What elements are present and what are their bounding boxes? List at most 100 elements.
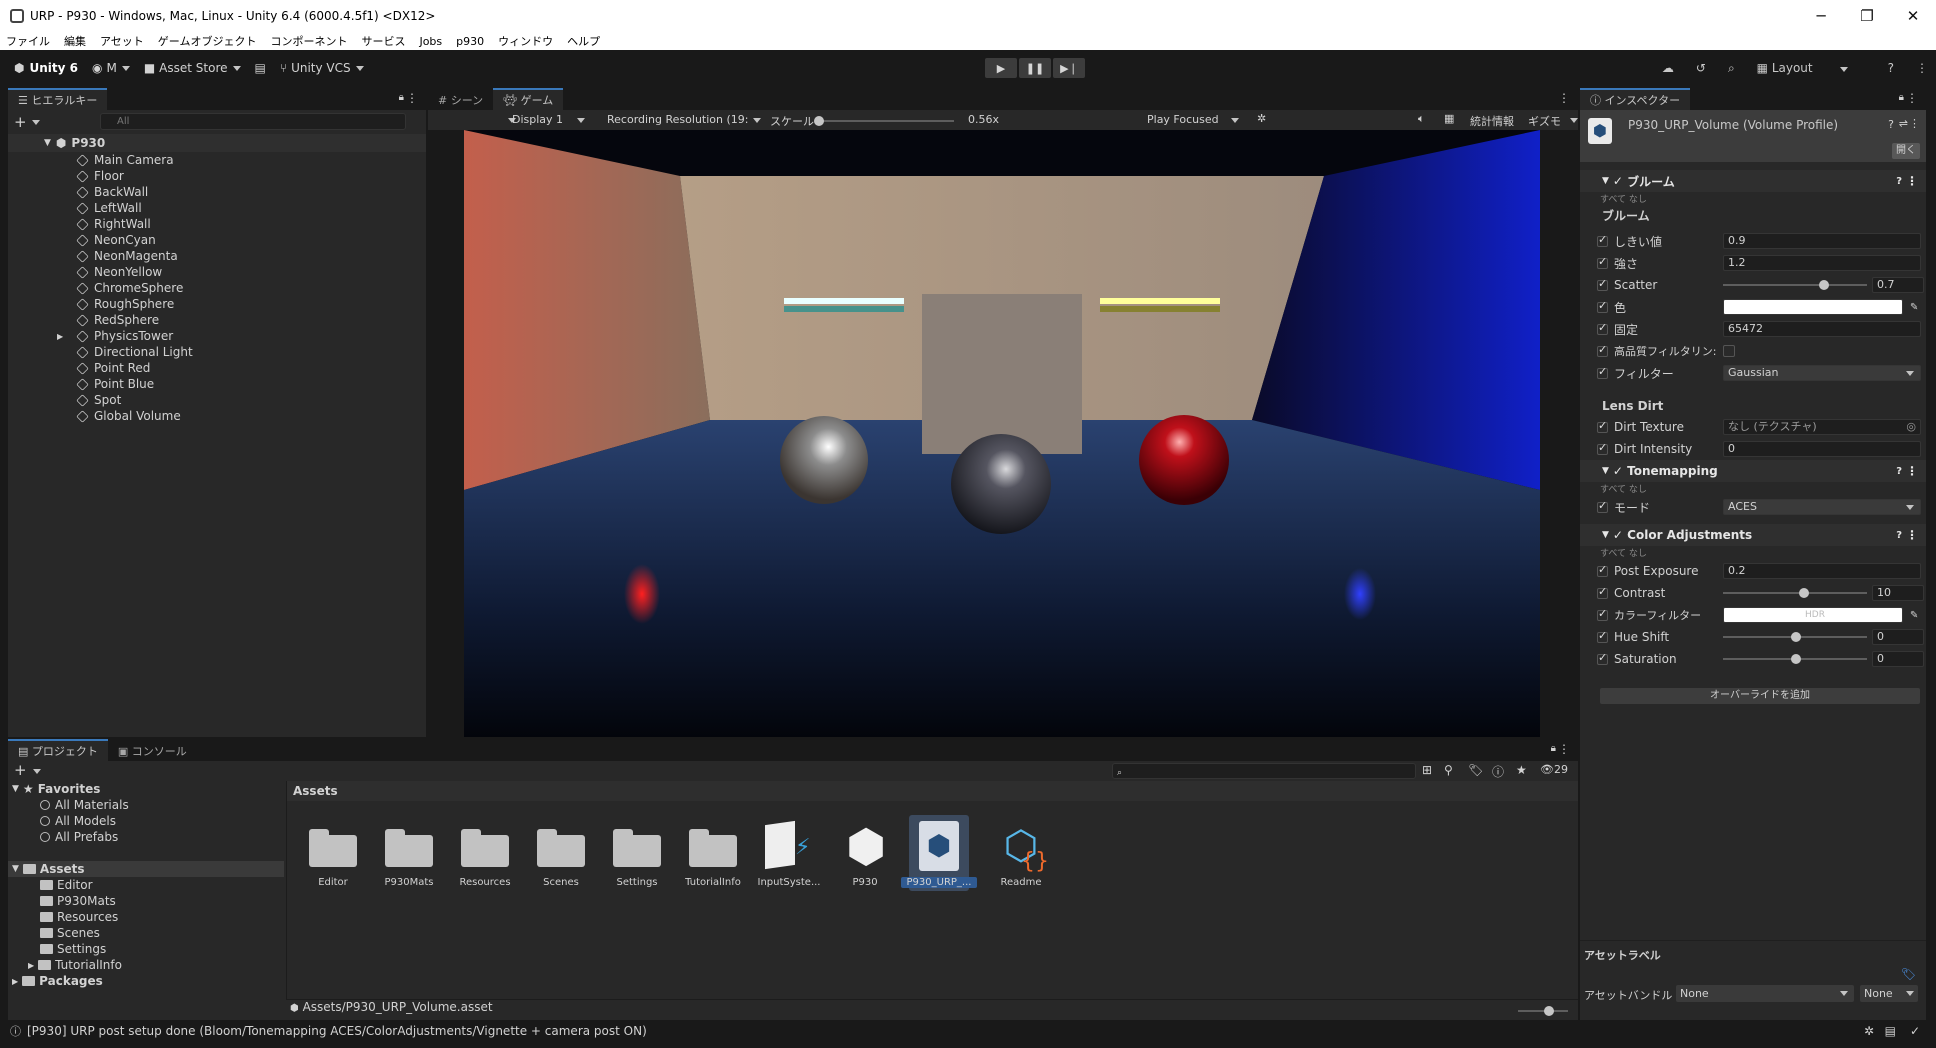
menu-assets[interactable]: アセット (100, 33, 144, 49)
folder-icon[interactable] (613, 827, 661, 867)
search-icon[interactable]: ⌕ (1728, 61, 1735, 76)
cloud-icon[interactable]: ☁ (1662, 61, 1674, 75)
menu-dots-icon[interactable]: ⋮ (1906, 174, 1918, 188)
sidebar-item-editor[interactable]: Editor (8, 877, 284, 893)
object-picker-icon[interactable]: ◎ (1906, 420, 1916, 434)
type-filter-icon[interactable]: ⚲ (1444, 763, 1453, 777)
override-checkbox[interactable] (1597, 651, 1608, 665)
lock-icon[interactable]: 🔒︎ (399, 92, 404, 103)
favorites-row[interactable]: ▼ ★ Favorites (8, 781, 284, 797)
list-item[interactable]: Point Blue (8, 376, 426, 392)
color-adj-enabled-checkbox[interactable]: ✓ (1613, 528, 1627, 542)
icon-size-slider[interactable] (1518, 1006, 1568, 1016)
scene-row[interactable]: ▼ ⬢ P930 (8, 134, 426, 152)
list-item[interactable]: Main Camera (8, 152, 426, 168)
slider-knob[interactable] (1819, 280, 1829, 290)
vcs-dropdown[interactable]: ⑂ Unity VCS (280, 61, 364, 75)
tab-game[interactable]: 👾︎ ゲーム (493, 88, 564, 110)
post-exposure-field[interactable]: 0.2 (1723, 563, 1921, 579)
eyedropper-icon[interactable]: ✎ (1910, 610, 1918, 621)
info-icon[interactable]: ⓘ (1492, 763, 1504, 780)
bloom-enabled-checkbox[interactable]: ✓ (1613, 174, 1627, 188)
chevron-down-icon[interactable] (31, 119, 40, 125)
mute-icon[interactable]: 🔈︎ (1418, 112, 1425, 126)
menu-component[interactable]: コンポーネント (270, 33, 347, 49)
help-icon[interactable]: ? (1888, 118, 1894, 131)
menu-dots-icon[interactable]: ⋮ (1558, 91, 1570, 105)
history-icon[interactable]: ↺ (1696, 61, 1706, 75)
list-item[interactable]: Spot (8, 392, 426, 408)
project-search-input[interactable]: ⌕ (1112, 763, 1416, 779)
help-icon[interactable]: ? (1896, 530, 1902, 541)
list-item[interactable]: RoughSphere (8, 296, 426, 312)
intensity-field[interactable]: 1.2 (1723, 255, 1921, 271)
override-checkbox[interactable] (1597, 585, 1608, 599)
display-dropdown[interactable]: Display 1 (512, 113, 586, 126)
menu-help[interactable]: ヘルプ (567, 33, 600, 49)
expand-arrow-icon[interactable]: ▼ (1602, 530, 1609, 540)
tab-hierarchy[interactable]: ☰ ヒエラルキー (8, 88, 108, 110)
tab-project[interactable]: ▤ プロジェクト (8, 739, 108, 761)
status-message[interactable]: [P930] URP post setup done (Bloom/Tonema… (27, 1024, 647, 1038)
play-button[interactable]: ▶ (985, 58, 1017, 78)
list-item[interactable]: ▶ PhysicsTower (8, 328, 426, 344)
volume-profile-icon[interactable]: ⬢ (919, 821, 959, 871)
maximize-button[interactable]: ❐ (1844, 0, 1890, 32)
sidebar-item-resources[interactable]: Resources (8, 909, 284, 925)
contrast-slider[interactable] (1723, 588, 1867, 598)
readme-icon[interactable]: ⬡{} (993, 819, 1049, 873)
asset-store-button[interactable]: ■ Asset Store (144, 61, 241, 75)
override-checkbox[interactable] (1597, 233, 1608, 247)
add-icon[interactable]: + (14, 761, 27, 779)
dirt-texture-field[interactable]: なし (テクスチャ) ◎ (1723, 419, 1921, 435)
add-icon[interactable]: + (14, 113, 27, 131)
chevron-down-icon[interactable] (1570, 118, 1578, 123)
expand-arrow-icon[interactable]: ▶ (12, 977, 18, 986)
override-checkbox[interactable] (1597, 563, 1608, 577)
grid-icon[interactable]: ▦ (1444, 112, 1454, 125)
packages-row[interactable]: ▶ Packages (8, 973, 284, 989)
list-item[interactable]: BackWall (8, 184, 426, 200)
scale-slider-knob[interactable] (814, 116, 824, 126)
override-checkbox[interactable] (1597, 277, 1608, 291)
folder-icon[interactable] (537, 827, 585, 867)
open-button[interactable]: 開く (1892, 143, 1920, 159)
expand-arrow-icon[interactable]: ▼ (1602, 176, 1609, 186)
color-adj-all-none[interactable]: すべて なし (1580, 546, 1926, 560)
sidebar-item-all-models[interactable]: All Models (8, 813, 284, 829)
list-item[interactable]: NeonCyan (8, 232, 426, 248)
list-item[interactable]: Point Red (8, 360, 426, 376)
list-item[interactable]: NeonMagenta (8, 248, 426, 264)
expand-arrow-icon[interactable]: ▼ (44, 138, 51, 148)
expand-arrow-icon[interactable]: ▼ (12, 864, 19, 874)
menu-jobs[interactable]: Jobs (419, 35, 442, 48)
lock-icon[interactable]: 🔒︎ (1899, 92, 1904, 103)
override-checkbox[interactable] (1597, 365, 1608, 379)
color-adj-header[interactable]: ▼ ✓ Color Adjustments? ⋮ (1580, 524, 1926, 546)
input-system-icon[interactable]: ⚡ (765, 820, 815, 871)
more-icon[interactable]: ⋮ (1916, 61, 1928, 75)
menu-dots-icon[interactable]: ⋮ (1906, 528, 1918, 542)
sidebar-item-settings[interactable]: Settings (8, 941, 284, 957)
override-checkbox[interactable] (1597, 607, 1608, 621)
tab-scene[interactable]: # シーン (428, 88, 494, 110)
override-checkbox[interactable] (1597, 299, 1608, 313)
help-icon[interactable]: ? (1888, 61, 1894, 75)
expand-arrow-icon[interactable]: ▶ (57, 332, 63, 341)
override-checkbox[interactable] (1597, 629, 1608, 643)
unity-account-button[interactable]: ⬢ Unity 6 (14, 61, 78, 75)
pause-button[interactable]: ❚❚ (1019, 58, 1051, 78)
tab-inspector[interactable]: ⓘ インスペクター (1580, 88, 1691, 110)
menu-p930[interactable]: p930 (456, 35, 484, 48)
ok-icon[interactable]: ✓ (1910, 1024, 1920, 1038)
folder-icon[interactable] (309, 827, 357, 867)
menu-edit[interactable]: 編集 (64, 33, 86, 49)
asset-bundle-dropdown[interactable]: None (1676, 985, 1854, 1002)
menu-dots-icon[interactable]: ⋮ (1906, 464, 1918, 478)
layout-dropdown[interactable]: ▦ Layout (1757, 61, 1870, 75)
tag-icon[interactable]: 🏷︎ (1901, 967, 1916, 981)
tonemapping-header[interactable]: ▼ ✓ Tonemapping? ⋮ (1580, 460, 1926, 482)
game-render-view[interactable] (464, 130, 1540, 737)
list-item[interactable]: RedSphere (8, 312, 426, 328)
chevron-down-icon[interactable] (33, 769, 41, 774)
